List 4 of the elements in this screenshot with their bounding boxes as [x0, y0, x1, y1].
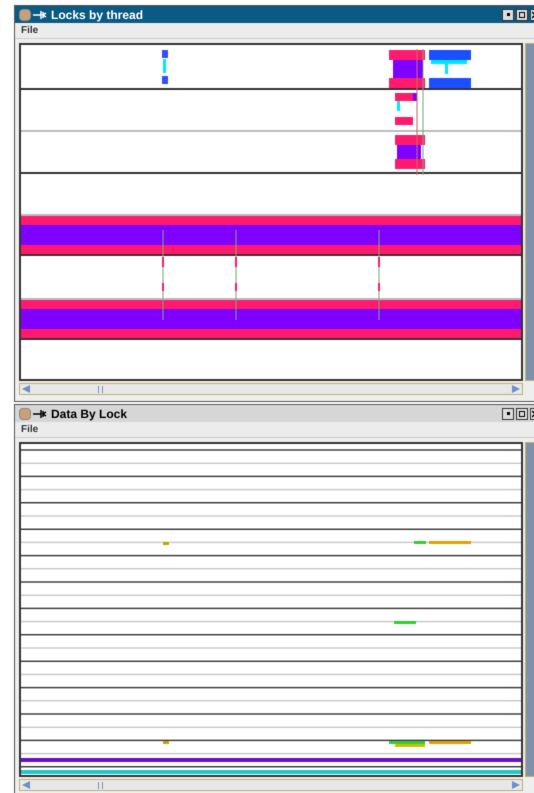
menu-item[interactable]: File: [21, 422, 38, 437]
window-title: Locks by thread: [51, 6, 144, 24]
menu-item[interactable]: File: [21, 23, 38, 38]
window-title: Data By Lock: [51, 406, 128, 422]
